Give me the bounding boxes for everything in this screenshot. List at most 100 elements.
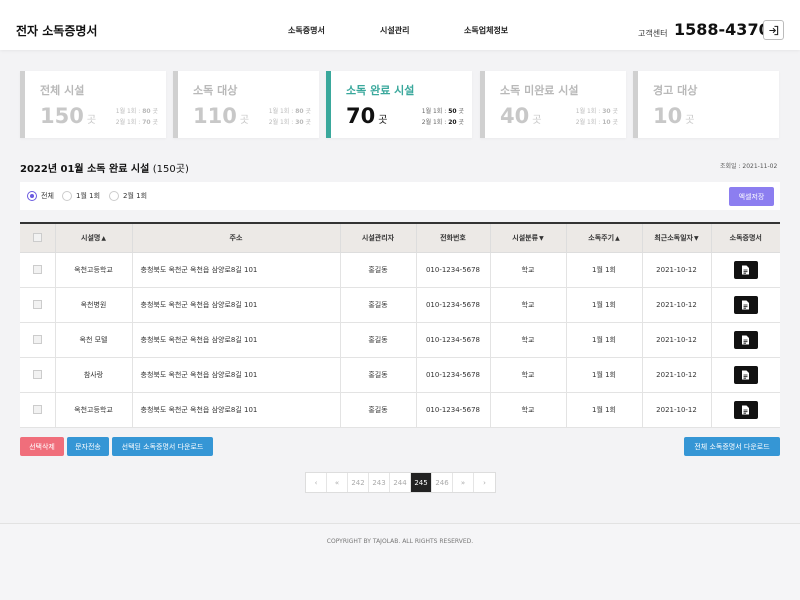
page-number[interactable]: 244 xyxy=(390,473,411,492)
stat-unit: 곳 xyxy=(532,115,542,126)
cell-last-date: 2021-10-12 xyxy=(642,252,712,288)
cell-cycle: 1월 1회 xyxy=(566,287,643,323)
header-select-all[interactable] xyxy=(20,224,56,253)
row-checkbox[interactable] xyxy=(32,405,42,414)
header-last-date[interactable]: 최근소독일자▼ xyxy=(642,224,712,253)
header-label: 시설분류 xyxy=(512,233,539,242)
customer-center-phone: 1588-4370 xyxy=(674,20,770,39)
table-header-row: 시설명▲ 주소 시설관리자 전화번호 시설분류▼ 소독주기▲ 최근소독일자▼ 소… xyxy=(20,224,780,253)
customer-center-label: 고객센터 xyxy=(638,29,668,38)
cell-select[interactable] xyxy=(20,322,56,358)
cell-phone: 010-1234-5678 xyxy=(416,357,491,393)
stat-card-warning[interactable]: 경고 대상 10 곳 xyxy=(633,71,779,138)
select-all-checkbox[interactable] xyxy=(32,233,42,243)
page-number[interactable]: 242 xyxy=(348,473,369,492)
cell-category: 학교 xyxy=(490,357,567,393)
row-checkbox[interactable] xyxy=(32,370,42,379)
cell-select[interactable] xyxy=(20,392,56,428)
logout-button[interactable] xyxy=(763,20,784,40)
cell-cycle: 1월 1회 xyxy=(566,357,643,393)
cell-address: 충청북도 옥천군 옥천읍 삼양로8길 101 xyxy=(132,287,341,323)
header-facility-name[interactable]: 시설명▲ xyxy=(55,224,133,253)
nav-item-facility[interactable]: 시설관리 xyxy=(380,25,409,36)
cell-facility-name: 옥천고등학교 xyxy=(55,252,133,288)
sort-up-icon: ▲ xyxy=(615,234,620,242)
certificate-download-button[interactable] xyxy=(733,400,758,419)
page-prev-button[interactable]: « xyxy=(327,473,348,492)
breakdown-unit: 곳 xyxy=(305,108,311,115)
cell-certificate xyxy=(711,287,780,323)
cell-select[interactable] xyxy=(20,252,56,288)
page-number[interactable]: 246 xyxy=(432,473,453,492)
stat-breakdown: 1월 1회 : 50 곳 2월 1회 : 20 곳 xyxy=(422,106,464,128)
document-icon xyxy=(742,335,750,344)
breakdown-value: 70 xyxy=(142,119,151,126)
page-next-button[interactable]: » xyxy=(453,473,474,492)
certificate-download-button[interactable] xyxy=(733,330,758,349)
breakdown-label: 2월 1회 : xyxy=(421,119,447,126)
table-row[interactable]: 참사랑 충청북도 옥천군 옥천읍 삼양로8길 101 홍길동 010-1234-567… xyxy=(20,357,780,393)
excel-save-button[interactable]: 엑셀저장 xyxy=(729,187,774,206)
radio-monthly-once[interactable]: 1월 1회 xyxy=(62,191,100,201)
document-icon xyxy=(742,370,750,379)
certificate-download-button[interactable] xyxy=(733,260,758,279)
stat-title: 소독 대상 xyxy=(193,84,238,97)
certificate-download-button[interactable] xyxy=(733,295,758,314)
stat-title: 소독 완료 시설 xyxy=(346,84,415,97)
row-checkbox[interactable] xyxy=(32,300,42,309)
download-selected-button[interactable]: 선택된 소독증명서 다운로드 xyxy=(112,437,213,456)
stat-value: 110 곳 xyxy=(193,104,249,128)
cell-cycle: 1월 1회 xyxy=(566,392,643,428)
cell-address: 충청북도 옥천군 옥천읍 삼양로8길 101 xyxy=(132,322,341,358)
sort-up-icon: ▲ xyxy=(101,234,106,242)
send-sms-button[interactable]: 문자전송 xyxy=(67,437,109,456)
cell-last-date: 2021-10-12 xyxy=(642,322,712,358)
breakdown-label: 1월 1회 : xyxy=(268,108,294,115)
header-phone: 전화번호 xyxy=(416,224,491,253)
cell-cycle: 1월 1회 xyxy=(566,322,643,358)
cell-select[interactable] xyxy=(20,287,56,323)
stat-card-incomplete[interactable]: 소독 미완료 시설 40 곳 1월 1회 : 30 곳 2월 1회 : 10 곳 xyxy=(480,71,626,138)
cell-address: 충청북도 옥천군 옥천읍 삼양로8길 101 xyxy=(132,392,341,428)
breakdown-label: 1월 1회 : xyxy=(115,108,141,115)
copyright-text: COPYRIGHT BY TAJOLAB. ALL RIGHTS RESERVE… xyxy=(326,538,474,545)
certificate-download-button[interactable] xyxy=(733,365,758,384)
page-last-button[interactable]: › xyxy=(474,473,495,492)
cell-certificate xyxy=(711,322,780,358)
header-label: 주소 xyxy=(229,233,243,242)
cell-phone: 010-1234-5678 xyxy=(416,252,491,288)
stat-card-target[interactable]: 소독 대상 110 곳 1월 1회 : 80 곳 2월 1회 : 30 곳 xyxy=(173,71,319,138)
table-row[interactable]: 옥천병원 충청북도 옥천군 옥천읍 삼양로8길 101 홍길동 010-1234-56… xyxy=(20,287,780,323)
radio-all[interactable]: 전체 xyxy=(27,191,54,201)
facility-table: 시설명▲ 주소 시설관리자 전화번호 시설분류▼ 소독주기▲ 최근소독일자▼ 소… xyxy=(20,222,780,428)
nav-item-certificate[interactable]: 소독증명서 xyxy=(288,25,325,36)
radio-bimonthly-once[interactable]: 2월 1회 xyxy=(109,191,147,201)
breakdown-value: 80 xyxy=(142,108,151,115)
stat-number: 70 xyxy=(346,104,376,128)
delete-selected-button[interactable]: 선택삭제 xyxy=(20,437,64,456)
breakdown-label: 1월 1회 : xyxy=(575,108,601,115)
query-date: 조회일 : 2021-11-02 xyxy=(720,163,778,170)
header-category[interactable]: 시설분류▼ xyxy=(490,224,567,253)
page-number-current[interactable]: 245 xyxy=(411,473,432,492)
table-row[interactable]: 옥천 모텔 충청북도 옥천군 옥천읍 삼양로8길 101 홍길동 010-1234-5… xyxy=(20,322,780,358)
row-checkbox[interactable] xyxy=(32,265,42,274)
stat-number: 150 xyxy=(40,104,84,128)
header-cycle[interactable]: 소독주기▲ xyxy=(566,224,643,253)
row-checkbox[interactable] xyxy=(32,335,42,344)
cell-last-date: 2021-10-12 xyxy=(642,357,712,393)
breakdown-unit: 곳 xyxy=(305,119,311,126)
cell-select[interactable] xyxy=(20,357,56,393)
stat-number: 10 xyxy=(653,104,683,128)
table-row[interactable]: 옥천고등학교 충청북도 옥천군 옥천읍 삼양로8길 101 홍길동 010-1234-… xyxy=(20,392,780,428)
download-all-button[interactable]: 전체 소독증명서 다운로드 xyxy=(684,437,780,456)
stat-card-total[interactable]: 전체 시설 150 곳 1월 1회 : 80 곳 2월 1회 : 70 곳 xyxy=(20,71,166,138)
cell-certificate xyxy=(711,252,780,288)
stat-value: 10 곳 xyxy=(653,104,694,128)
page-first-button[interactable]: ‹ xyxy=(306,473,327,492)
table-row[interactable]: 옥천고등학교 충청북도 옥천군 옥천읍 삼양로8길 101 홍길동 010-1234-… xyxy=(20,252,780,288)
nav-item-company-info[interactable]: 소독업체정보 xyxy=(464,25,508,36)
cell-phone: 010-1234-5678 xyxy=(416,287,491,323)
page-number[interactable]: 243 xyxy=(369,473,390,492)
stat-card-completed[interactable]: 소독 완료 시설 70 곳 1월 1회 : 50 곳 2월 1회 : 20 곳 xyxy=(326,71,472,138)
